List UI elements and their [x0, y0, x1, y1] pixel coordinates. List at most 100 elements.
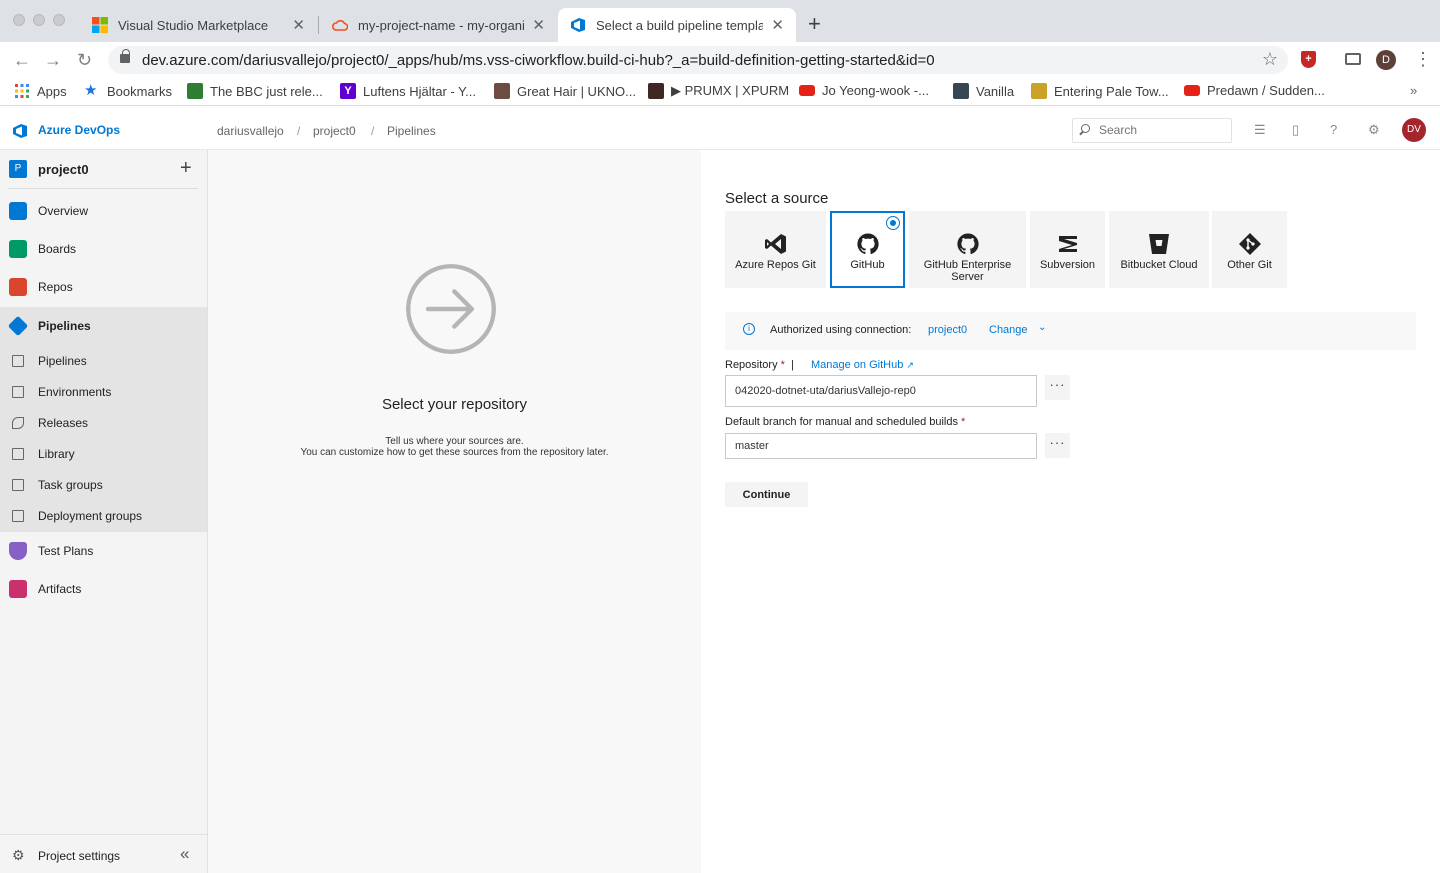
label-separator: |: [791, 359, 794, 371]
subnav-item-releases[interactable]: Releases: [0, 407, 207, 438]
bookmark-item[interactable]: Entering Pale Tow...: [1031, 83, 1169, 99]
repository-label: Repository: [725, 359, 778, 371]
subnav-item-library[interactable]: Library: [0, 438, 207, 469]
nav-item-artifacts[interactable]: Artifacts: [0, 571, 207, 607]
azure-devops-logo-icon[interactable]: [12, 123, 28, 139]
branch-label: Default branch for manual and scheduled …: [725, 416, 958, 428]
nav-item-test-plans[interactable]: Test Plans: [0, 533, 207, 569]
source-option-github[interactable]: GitHub: [830, 211, 905, 288]
nav-item-boards[interactable]: Boards: [0, 231, 207, 267]
nav-item-pipelines[interactable]: Pipelines: [0, 308, 207, 344]
bookmark-label: Jo Yeong-wook -...: [822, 83, 929, 98]
back-arrow-icon[interactable]: ←: [13, 48, 31, 72]
bookmark-item[interactable]: Predawn / Sudden...: [1184, 83, 1325, 98]
bookmark-star-icon[interactable]: ☆: [1262, 49, 1278, 70]
bookmark-item[interactable]: The BBC just rele...: [187, 83, 323, 99]
subnav-item-deployment-groups[interactable]: Deployment groups: [0, 500, 207, 531]
window-close-button[interactable]: [13, 14, 25, 26]
work-items-icon[interactable]: ☰: [1254, 122, 1266, 138]
chevron-down-icon[interactable]: ⌄: [1038, 322, 1046, 333]
browser-menu-icon[interactable]: ⋮: [1414, 49, 1432, 69]
search-box[interactable]: [1072, 118, 1232, 143]
cast-icon[interactable]: [1345, 53, 1361, 65]
nav-item-label: Repos: [38, 280, 73, 294]
site-icon: [187, 83, 203, 99]
close-tab-icon[interactable]: ✕: [771, 16, 784, 34]
test-plans-icon: [9, 542, 27, 560]
url-text[interactable]: dev.azure.com/dariusvallejo/project0/_ap…: [142, 52, 935, 69]
breadcrumb-project[interactable]: project0: [313, 124, 356, 138]
add-icon[interactable]: +: [180, 157, 192, 179]
deployment-groups-icon: [12, 510, 24, 522]
continue-button[interactable]: Continue: [725, 482, 808, 507]
breadcrumb-organization[interactable]: dariusvallejo: [217, 124, 284, 138]
bookmark-label: Vanilla: [976, 83, 1015, 99]
help-icon[interactable]: ?: [1330, 122, 1337, 137]
bookmark-item[interactable]: ▶ PRUMX | XPURM: [648, 83, 789, 99]
close-tab-icon[interactable]: ✕: [292, 16, 305, 34]
environments-icon: [12, 386, 24, 398]
forward-arrow-icon[interactable]: →: [44, 48, 62, 72]
breadcrumb-pipelines[interactable]: Pipelines: [387, 124, 436, 138]
browse-repository-button[interactable]: ···: [1045, 375, 1070, 400]
default-branch-input[interactable]: [725, 433, 1037, 459]
manage-on-github-link[interactable]: Manage on GitHub ↗: [811, 359, 914, 371]
bookmark-label: Bookmarks: [107, 83, 173, 99]
shield-extension-icon[interactable]: +: [1301, 51, 1316, 68]
nav-item-overview[interactable]: Overview: [0, 193, 207, 229]
microsoft-logo-icon: [92, 17, 108, 33]
reload-icon[interactable]: ↻: [77, 48, 92, 72]
bookmark-item[interactable]: Y Luftens Hjältar - Y...: [340, 83, 476, 99]
address-bar[interactable]: dev.azure.com/dariusvallejo/project0/_ap…: [108, 46, 1288, 74]
git-icon: [1238, 233, 1261, 255]
browser-tab[interactable]: Visual Studio Marketplace ✕: [80, 8, 317, 42]
project-selector[interactable]: P project0 +: [0, 150, 207, 188]
source-option-subversion[interactable]: Subversion: [1030, 211, 1105, 288]
browse-branch-button[interactable]: ···: [1045, 433, 1070, 458]
source-option-label: GitHub Enterprise Server: [923, 259, 1012, 283]
bitbucket-icon: [1149, 234, 1169, 254]
bookmark-item[interactable]: Apps: [14, 83, 67, 99]
search-input[interactable]: [1099, 123, 1219, 137]
new-tab-icon[interactable]: +: [808, 12, 821, 36]
breadcrumb-separator: /: [371, 124, 375, 138]
bookmark-item[interactable]: Jo Yeong-wook -...: [799, 83, 929, 98]
close-tab-icon[interactable]: ✕: [532, 16, 545, 34]
tab-divider: [318, 16, 319, 34]
collapse-sidebar-icon[interactable]: «: [180, 844, 189, 864]
bookmark-label: Predawn / Sudden...: [1207, 83, 1325, 98]
subnav-item-environments[interactable]: Environments: [0, 376, 207, 407]
marketplace-bag-icon[interactable]: ▯: [1292, 122, 1299, 138]
source-option-label: Azure Repos Git: [735, 259, 816, 271]
subnav-label: Task groups: [38, 478, 103, 492]
connection-link[interactable]: project0: [928, 324, 967, 336]
browser-profile-avatar[interactable]: D: [1376, 50, 1396, 70]
window-zoom-button[interactable]: [53, 14, 65, 26]
site-icon: [494, 83, 510, 99]
browser-tab-active[interactable]: Select a build pipeline templat ✕: [558, 8, 796, 42]
project-settings[interactable]: ⚙ Project settings «: [0, 834, 207, 873]
source-option-azure-repos-git[interactable]: Azure Repos Git: [725, 211, 826, 288]
azure-devops-icon: [571, 18, 585, 32]
source-option-bitbucket-cloud[interactable]: Bitbucket Cloud: [1109, 211, 1209, 288]
subnav-item-task-groups[interactable]: Task groups: [0, 469, 207, 500]
subnav-item-pipelines[interactable]: Pipelines: [0, 345, 207, 376]
browser-tab[interactable]: my-project-name - my-organiz ✕: [320, 8, 557, 42]
repository-input[interactable]: [725, 375, 1037, 407]
project-name[interactable]: project0: [38, 162, 89, 177]
bookmark-item[interactable]: ★ Bookmarks: [84, 83, 172, 99]
source-option-github-enterprise[interactable]: GitHub Enterprise Server: [909, 211, 1026, 288]
step-description: You can customize how to get these sourc…: [300, 447, 609, 458]
brand-name[interactable]: Azure DevOps: [38, 123, 120, 137]
change-connection-button[interactable]: Change: [989, 324, 1028, 336]
window-minimize-button[interactable]: [33, 14, 45, 26]
more-bookmarks-icon[interactable]: »: [1410, 83, 1417, 98]
nav-item-label: Pipelines: [38, 319, 91, 333]
bookmark-item[interactable]: Great Hair | UKNO...: [494, 83, 636, 99]
pipelines-sub-icon: [12, 355, 24, 367]
user-settings-icon[interactable]: ⚙: [1368, 122, 1380, 138]
user-avatar[interactable]: DV: [1402, 118, 1426, 142]
nav-item-repos[interactable]: Repos: [0, 269, 207, 305]
source-option-other-git[interactable]: Other Git: [1212, 211, 1287, 288]
bookmark-item[interactable]: Vanilla: [953, 83, 1014, 99]
